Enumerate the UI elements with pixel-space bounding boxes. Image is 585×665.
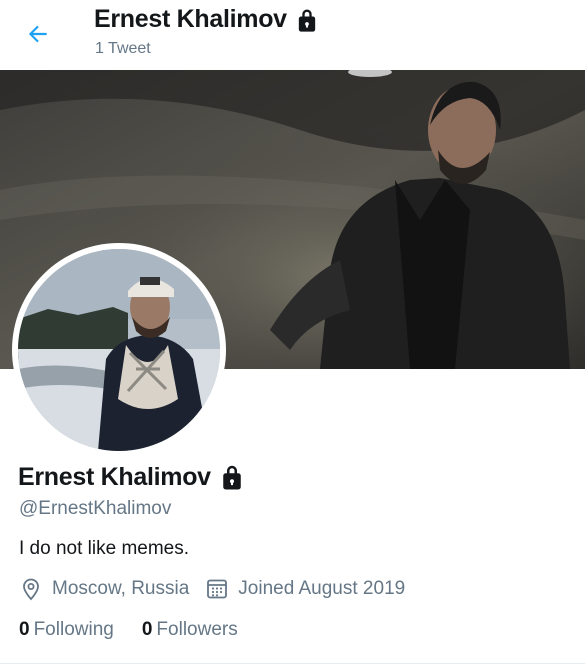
following-count: 0 bbox=[19, 619, 30, 640]
profile-header-bar: Ernest Khalimov 1 Tweet bbox=[0, 0, 585, 70]
avatar-image bbox=[18, 249, 220, 451]
profile-location-text: Moscow, Russia bbox=[52, 578, 190, 599]
followers-label: Followers bbox=[156, 619, 238, 640]
header-title: Ernest Khalimov bbox=[94, 5, 321, 34]
arrow-left-icon bbox=[28, 25, 47, 43]
profile-handle: @ErnestKhalimov bbox=[19, 498, 172, 519]
lock-icon bbox=[223, 465, 241, 490]
avatar-illustration bbox=[18, 249, 220, 451]
divider bbox=[0, 663, 585, 664]
followers-link[interactable]: 0 Followers bbox=[142, 619, 238, 641]
following-label: Following bbox=[33, 619, 114, 640]
profile-stats: 0 Following 0 Followers bbox=[19, 619, 266, 641]
profile-location: Moscow, Russia bbox=[19, 577, 189, 601]
location-pin-icon bbox=[23, 578, 39, 601]
followers-count: 0 bbox=[141, 619, 153, 640]
back-button[interactable] bbox=[18, 14, 58, 54]
tweet-count: 1 Tweet bbox=[95, 40, 151, 57]
following-link[interactable]: 0 Following bbox=[19, 619, 114, 641]
profile-name-text: Ernest Khalimov bbox=[18, 462, 211, 491]
profile-joined: Joined August 2019 bbox=[205, 577, 405, 601]
profile-avatar[interactable] bbox=[12, 243, 226, 457]
header-name: Ernest Khalimov bbox=[94, 5, 287, 33]
calendar-icon bbox=[207, 579, 228, 599]
profile-name: Ernest Khalimov bbox=[18, 462, 247, 492]
lock-icon bbox=[298, 9, 315, 32]
profile-meta: Moscow, Russia Joined August 2019 bbox=[19, 577, 421, 601]
profile-joined-text: Joined August 2019 bbox=[238, 578, 406, 599]
profile-bio: I do not like memes. bbox=[19, 538, 190, 559]
